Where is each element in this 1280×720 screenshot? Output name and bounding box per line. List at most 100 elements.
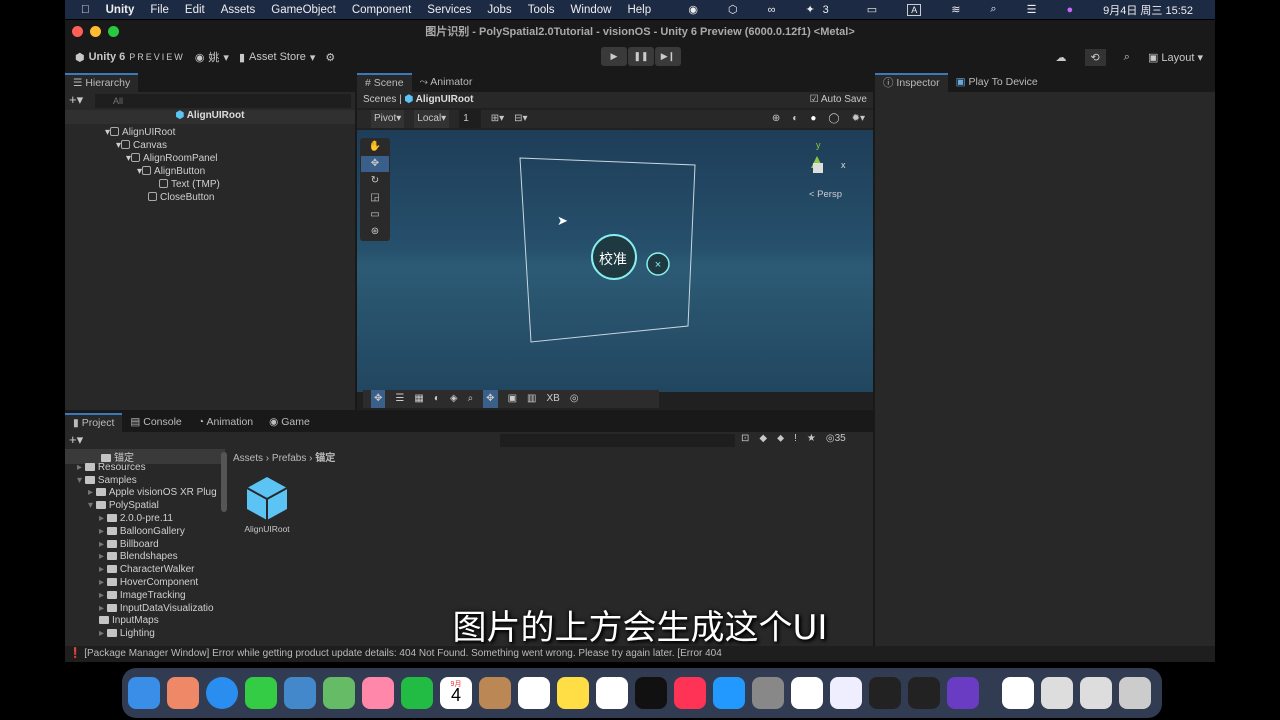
tab-console[interactable]: ▤ Console [122,413,189,432]
expand-arrow-icon[interactable]: ▸ [99,539,107,550]
grid-size-field[interactable]: 1 [459,110,481,128]
layout-dropdown[interactable]: ▣ Layout ▾ [1148,51,1203,64]
battery-icon[interactable]: ▭ [867,3,877,16]
tab-play-to-device[interactable]: ▣ Play To Device [948,73,1046,92]
tab-inspector[interactable]: ⓘ Inspector [875,73,948,92]
menu-assets[interactable]: Assets [221,4,256,16]
messages-icon[interactable] [245,677,277,709]
building-icon[interactable]: ▥ [527,390,536,408]
unity-hub-icon[interactable] [869,677,901,709]
hierarchy-item[interactable]: ▾ AlignUIRoot [105,127,175,138]
photos-icon[interactable] [362,677,394,709]
contacts-icon[interactable] [479,677,511,709]
clock[interactable]: 9月4日 周三 15:52 [1103,2,1193,18]
feishu-icon[interactable] [791,677,823,709]
hierarchy-item[interactable]: ▾ Canvas [116,140,167,151]
siri-icon[interactable]: ● [1066,4,1073,16]
hierarchy-item[interactable]: Text (TMP) [159,179,220,190]
safari-icon[interactable] [206,677,238,709]
expand-arrow-icon[interactable]: ▸ [77,462,85,473]
calendar-icon[interactable]: 9月 4 [440,677,472,709]
unity-editor-icon[interactable] [908,677,940,709]
maps-icon[interactable] [323,677,355,709]
menu-app[interactable]: Unity [106,4,135,16]
project-search-input[interactable] [500,434,735,447]
move2-icon[interactable]: ✥ [483,390,498,408]
gizmo-globe-icon[interactable]: ⊕ [772,110,780,128]
create-button[interactable]: +▾ [69,432,83,448]
orbit-icon[interactable]: ◐ [434,390,440,408]
project-tree-item[interactable]: ▸ HoverComponent [99,577,198,588]
project-tree-item[interactable]: ▸ Apple visionOS XR Plug [88,487,217,498]
scene-gizmo[interactable]: y x [803,140,846,190]
unity-icon[interactable]: ⬡ [728,3,738,16]
control-center-icon[interactable]: ☰ [1027,3,1037,16]
app-icon[interactable] [830,677,862,709]
expand-arrow-icon[interactable]: ▸ [99,564,107,575]
settings-icon[interactable]: ⚙ [325,51,335,64]
launchpad-icon[interactable] [167,677,199,709]
align-icon[interactable]: ☰ [395,390,404,408]
spotlight-icon[interactable]: ⌕ [990,3,996,16]
auto-save-toggle[interactable]: ☑ Auto Save [810,92,867,108]
snap-dropdown[interactable]: ⊞▾ [491,110,504,128]
expand-arrow-icon[interactable]: ▸ [99,577,107,588]
notification-icon[interactable]: ✦ 3 [805,3,836,16]
filter-type-icon[interactable]: ⊡ [741,433,749,444]
project-tree-item[interactable]: ▸ BalloonGallery [99,526,185,537]
hierarchy-search-input[interactable] [95,94,351,108]
asset-item[interactable]: AlignUIRoot [243,475,291,534]
apple-tv-icon[interactable] [635,677,667,709]
play-button[interactable]: ▶ [601,47,627,66]
expand-arrow-icon[interactable]: ▸ [99,513,107,524]
project-tree-item[interactable]: ▸ CharacterWalker [99,564,194,575]
menu-jobs[interactable]: Jobs [487,4,511,16]
favorite-icon[interactable]: ★ [807,433,816,444]
project-tree-item[interactable]: ▾ PolySpatial [88,500,159,511]
hierarchy-item[interactable]: ▾ AlignButton [137,166,205,177]
filter-label-icon[interactable]: ◆ [759,433,767,444]
breadcrumb-scenes[interactable]: Scenes [363,94,396,105]
zoom-icon[interactable]: ⌕ [468,390,474,408]
input-method-icon[interactable]: A [907,3,922,16]
project-tree-item[interactable]: ▸ Resources [77,462,146,473]
facetime-icon[interactable] [401,677,433,709]
system-settings-icon[interactable] [752,677,784,709]
layers-icon[interactable]: ◈ [450,390,458,408]
filter-tag-icon[interactable]: ⬥ [777,433,784,444]
app-store-icon[interactable] [713,677,745,709]
effects-dropdown[interactable]: ✹▾ [852,110,865,128]
apple-icon[interactable]:  [81,4,90,16]
expand-arrow-icon[interactable]: ▾ [77,475,85,486]
document-icon[interactable] [1002,677,1034,709]
project-tree-item[interactable]: ▸ Billboard [99,539,159,550]
close-window-button[interactable] [72,26,83,37]
music-icon[interactable] [674,677,706,709]
pause-button[interactable]: ❚❚ [628,47,654,66]
hierarchy-item[interactable]: ▾ AlignRoomPanel [126,153,218,164]
wifi-icon[interactable]: ≋ [951,3,960,16]
expand-arrow-icon[interactable]: ▾ [88,500,96,511]
record-icon[interactable]: ◉ [688,3,698,16]
minimize-button[interactable] [90,26,101,37]
filter-error-icon[interactable]: ! [794,433,797,444]
step-button[interactable]: ▶❙ [655,47,681,66]
tab-hierarchy[interactable]: ☰ Hierarchy [65,73,139,92]
expand-arrow-icon[interactable]: ▸ [88,487,96,498]
align-button-label[interactable]: 校准 [599,249,627,269]
project-tree-item[interactable]: ▸ Blendshapes [99,551,178,562]
window-icon[interactable] [1080,677,1112,709]
trash-icon[interactable] [1119,677,1151,709]
shaded-icon[interactable]: ● [810,110,816,128]
menu-component[interactable]: Component [352,4,411,16]
expand-arrow-icon[interactable]: ▸ [99,526,107,537]
crumb-assets[interactable]: Assets [233,453,263,464]
hidden-count[interactable]: ◎35 [826,433,846,444]
menu-gameobject[interactable]: GameObject [271,4,336,16]
zoom-button[interactable] [108,26,119,37]
history-icon[interactable]: ⟲ [1084,48,1106,66]
crumb-current[interactable]: 锚定 [315,453,335,464]
mail-icon[interactable] [284,677,316,709]
draw-mode-icon[interactable]: ◐ [792,110,798,128]
creative-cloud-icon[interactable]: ∞ [768,4,776,16]
